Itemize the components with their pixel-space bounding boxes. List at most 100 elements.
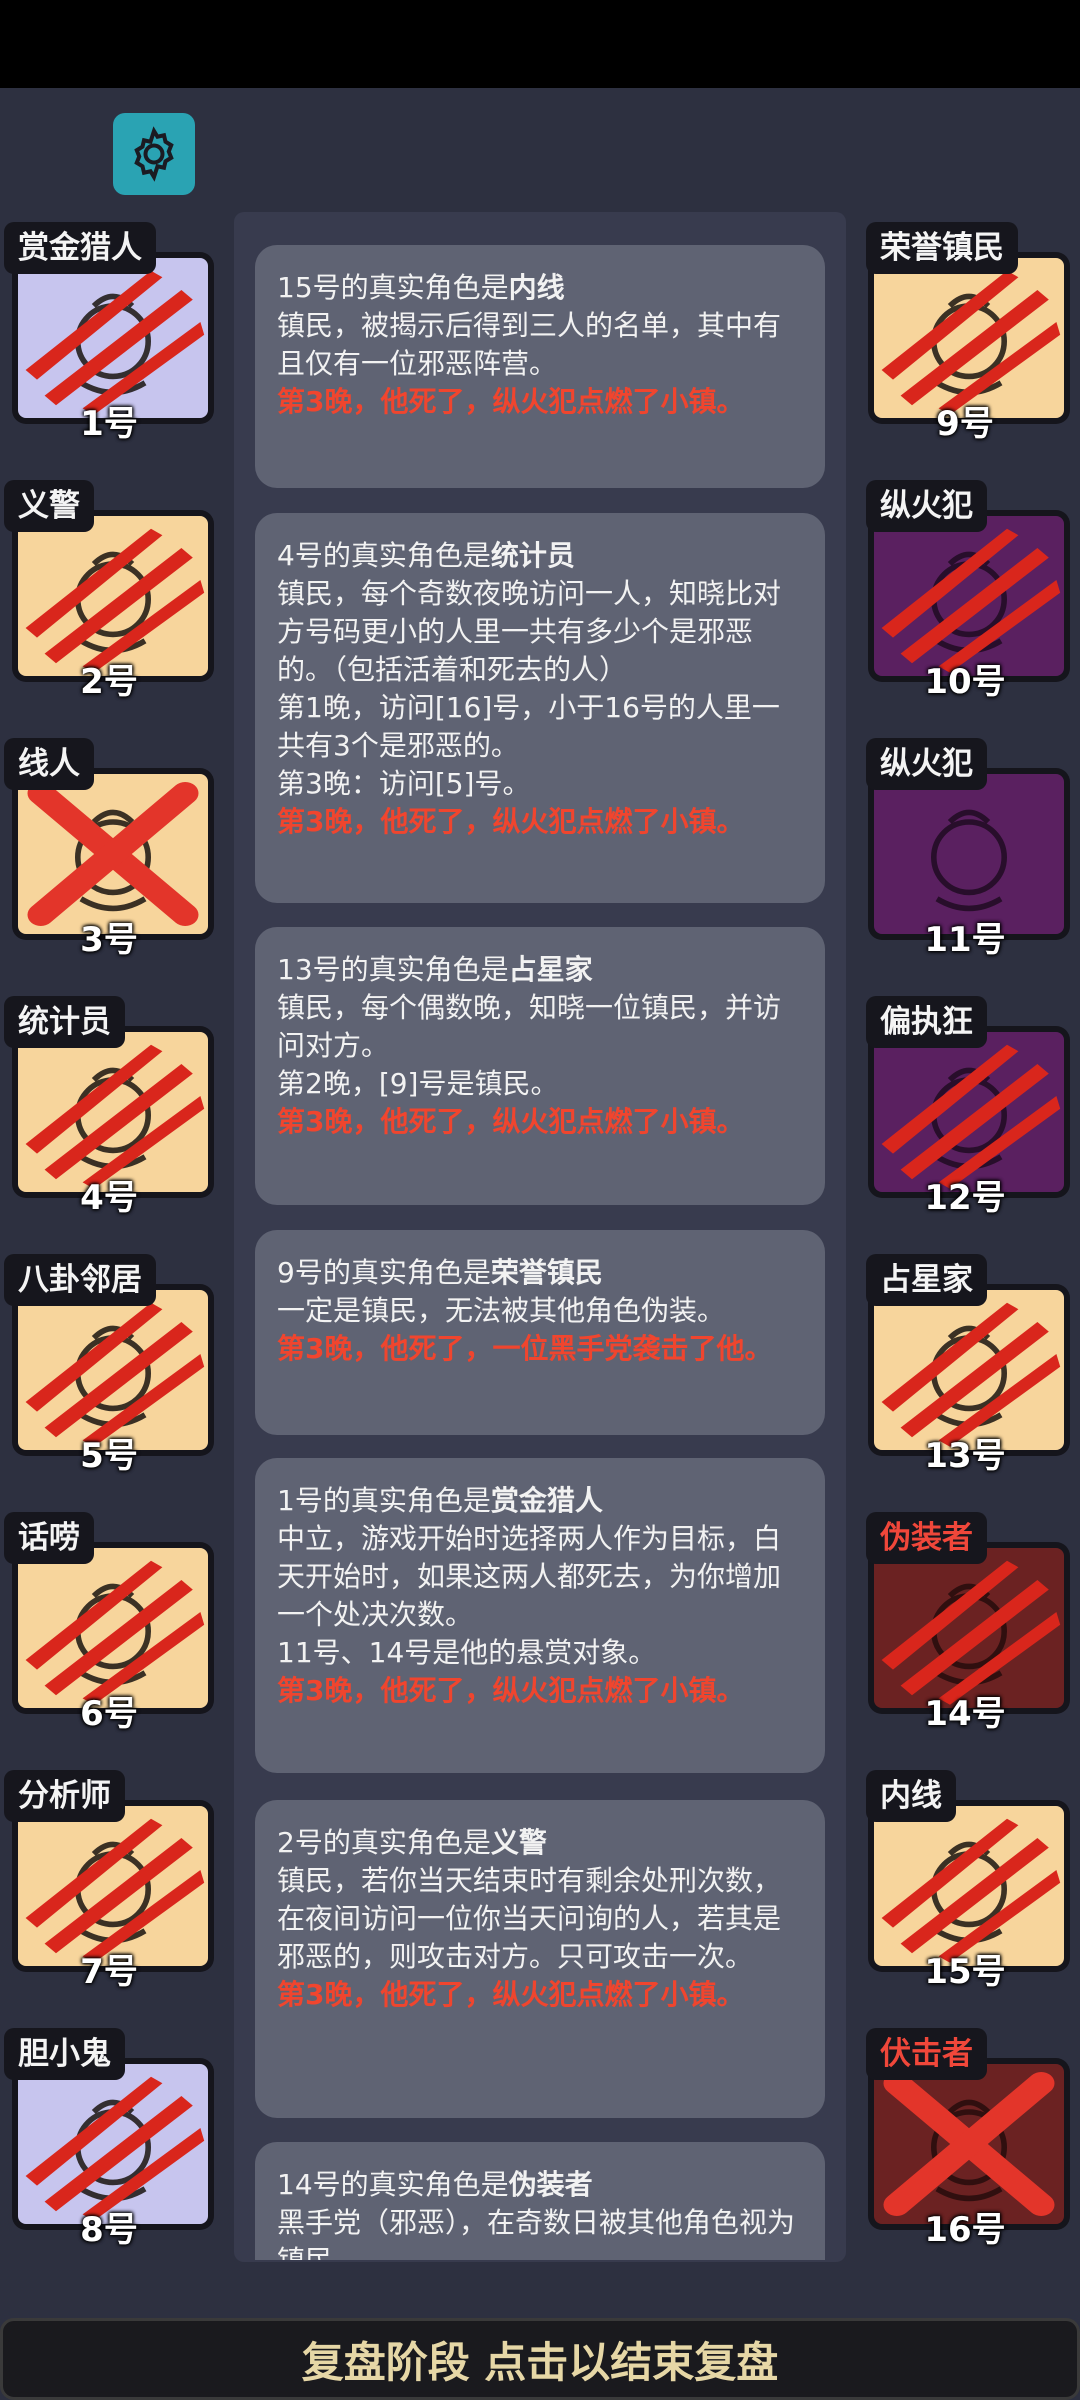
player-seat[interactable]: 胆小鬼 8号 bbox=[4, 2028, 214, 2250]
player-portrait bbox=[12, 768, 214, 940]
log-entry-role: 荣誉镇民 bbox=[490, 1256, 603, 1289]
seat-number: 1号 bbox=[80, 404, 138, 444]
gear-icon bbox=[134, 126, 174, 182]
claw-mark-icon bbox=[25, 528, 205, 673]
role-name: 偏执狂 bbox=[866, 996, 987, 1048]
player-portrait bbox=[868, 510, 1070, 682]
log-entry-role: 占星家 bbox=[508, 953, 593, 986]
claw-mark-icon bbox=[881, 1044, 1061, 1189]
role-name: 纵火犯 bbox=[866, 480, 987, 532]
player-seat[interactable]: 荣誉镇民 9号 bbox=[860, 222, 1070, 444]
log-entry-death: 第3晚，他死了，纵火犯点燃了小镇。 bbox=[277, 805, 745, 838]
role-name: 八卦邻居 bbox=[4, 1254, 156, 1306]
player-portrait bbox=[868, 768, 1070, 940]
player-seat[interactable]: 义警 2号 bbox=[4, 480, 214, 702]
log-entry-role: 统计员 bbox=[490, 539, 575, 572]
log-entry-text: 中立，游戏开始时选择两人作为目标，白天开始时，如果这两人都死去，为你增加一个处决… bbox=[277, 1522, 782, 1631]
claw-mark-icon bbox=[881, 528, 1061, 673]
player-seat[interactable]: 伏击者 16号 bbox=[860, 2028, 1070, 2250]
log-entry-title: 4号的真实角色是统计员 bbox=[277, 539, 575, 572]
player-seat[interactable]: 话唠 6号 bbox=[4, 1512, 214, 1734]
log-entry-death: 第3晚，他死了，纵火犯点燃了小镇。 bbox=[277, 1978, 745, 2011]
log-entry-role: 义警 bbox=[490, 1826, 547, 1859]
player-seat[interactable]: 线人 3号 bbox=[4, 738, 214, 960]
cross-mark-icon bbox=[27, 782, 199, 926]
status-bar bbox=[0, 0, 1080, 88]
log-entry: 1号的真实角色是赏金猎人中立，游戏开始时选择两人作为目标，白天开始时，如果这两人… bbox=[255, 1458, 825, 1773]
log-entry-text: 第2晚，[9]号是镇民。 bbox=[277, 1067, 559, 1100]
log-entry: 2号的真实角色是义警 镇民，若你当天结束时有剩余处刑次数，在夜间访问一位你当天问询… bbox=[255, 1800, 825, 2118]
log-entry-text: 镇民，若你当天结束时有剩余处刑次数，在夜间访问一位你当天问询的人，若其是邪恶的，… bbox=[277, 1864, 782, 1973]
role-name: 线人 bbox=[4, 738, 94, 790]
end-review-label: 复盘阶段 点击以结束复盘 bbox=[301, 2337, 779, 2387]
log-entry-title: 1号的真实角色是赏金猎人 bbox=[277, 1484, 603, 1517]
player-portrait bbox=[868, 1026, 1070, 1198]
player-seat[interactable]: 赏金猎人 1号 bbox=[4, 222, 214, 444]
claw-mark-icon bbox=[881, 1818, 1061, 1963]
log-entry-death: 第3晚，他死了，纵火犯点燃了小镇。 bbox=[277, 1105, 745, 1138]
log-entry: 15号的真实角色是内线 镇民，被揭示后得到三人的名单，其中有且仅有一位邪恶阵营。第… bbox=[255, 245, 825, 488]
role-name: 伏击者 bbox=[866, 2028, 987, 2080]
role-name: 荣誉镇民 bbox=[866, 222, 1018, 274]
player-portrait bbox=[868, 1542, 1070, 1714]
seat-number: 11号 bbox=[924, 920, 1006, 960]
seat-number: 12号 bbox=[924, 1178, 1006, 1218]
log-entry: 13号的真实角色是占星家 镇民，每个偶数晚，知晓一位镇民，并访问对方。 第2晚，[9… bbox=[255, 927, 825, 1205]
seat-number: 6号 bbox=[80, 1694, 138, 1734]
seat-number: 14号 bbox=[924, 1694, 1006, 1734]
player-portrait bbox=[868, 2058, 1070, 2230]
log-entry: 9号的真实角色是荣誉镇民一定是镇民，无法被其他角色伪装。第3晚，他死了，一位黑手… bbox=[255, 1230, 825, 1435]
player-seat[interactable]: 伪装者 14号 bbox=[860, 1512, 1070, 1734]
player-seat[interactable]: 八卦邻居 5号 bbox=[4, 1254, 214, 1476]
log-entry-title: 15号的真实角色是内线 bbox=[277, 271, 565, 304]
player-seat[interactable]: 纵火犯 10号 bbox=[860, 480, 1070, 702]
settings-button[interactable] bbox=[113, 113, 195, 195]
role-name: 统计员 bbox=[4, 996, 125, 1048]
role-name: 分析师 bbox=[4, 1770, 125, 1822]
seat-number: 16号 bbox=[924, 2210, 1006, 2250]
log-entry-title: 14号的真实角色是伪装者 bbox=[277, 2168, 593, 2201]
cross-mark-icon bbox=[883, 2072, 1055, 2216]
log-entry-text: 11号、14号是他的悬赏对象。 bbox=[277, 1636, 657, 1669]
player-portrait bbox=[868, 252, 1070, 424]
role-name: 伪装者 bbox=[866, 1512, 987, 1564]
claw-mark-icon bbox=[25, 1818, 205, 1963]
role-name: 纵火犯 bbox=[866, 738, 987, 790]
seat-number: 9号 bbox=[936, 404, 994, 444]
log-entry-role: 赏金猎人 bbox=[490, 1484, 603, 1517]
log-entry-death: 第3晚，他死了，一位黑手党袭击了他。 bbox=[277, 1332, 773, 1365]
seat-number: 2号 bbox=[80, 662, 138, 702]
role-name: 话唠 bbox=[4, 1512, 94, 1564]
player-seat[interactable]: 内线 15号 bbox=[860, 1770, 1070, 1992]
role-name: 胆小鬼 bbox=[4, 2028, 125, 2080]
seat-number: 3号 bbox=[80, 920, 138, 960]
seat-number: 8号 bbox=[80, 2210, 138, 2250]
player-seat[interactable]: 分析师 7号 bbox=[4, 1770, 214, 1992]
seat-number: 7号 bbox=[80, 1952, 138, 1992]
player-portrait bbox=[12, 510, 214, 682]
log-entry-text: 镇民，每个奇数夜晚访问一人，知晓比对方号码更小的人里一共有多少个是邪恶的。（包括… bbox=[277, 577, 782, 686]
seat-number: 13号 bbox=[924, 1436, 1006, 1476]
review-log-list[interactable]: 15号的真实角色是内线 镇民，被揭示后得到三人的名单，其中有且仅有一位邪恶阵营。第… bbox=[255, 230, 825, 2260]
role-name: 内线 bbox=[866, 1770, 956, 1822]
log-entry-title: 9号的真实角色是荣誉镇民 bbox=[277, 1256, 603, 1289]
player-seat[interactable]: 纵火犯 11号 bbox=[860, 738, 1070, 960]
player-portrait bbox=[868, 1800, 1070, 1972]
player-portrait bbox=[12, 1284, 214, 1456]
role-name: 义警 bbox=[4, 480, 94, 532]
log-entry-text: 第1晚，访问[16]号，小于16号的人里一共有3个是邪恶的。 bbox=[277, 691, 780, 762]
claw-mark-icon bbox=[25, 2076, 205, 2221]
player-portrait bbox=[12, 1800, 214, 1972]
claw-mark-icon bbox=[881, 270, 1061, 415]
claw-mark-icon bbox=[881, 1302, 1061, 1447]
player-seat[interactable]: 统计员 4号 bbox=[4, 996, 214, 1218]
log-entry-text: 一定是镇民，无法被其他角色伪装。 bbox=[277, 1294, 726, 1327]
player-portrait bbox=[12, 2058, 214, 2230]
log-entry-text: 镇民，每个偶数晚，知晓一位镇民，并访问对方。 bbox=[277, 991, 782, 1062]
claw-mark-icon bbox=[25, 270, 205, 415]
end-review-button[interactable]: 复盘阶段 点击以结束复盘 bbox=[0, 2318, 1080, 2400]
player-seat[interactable]: 偏执狂 12号 bbox=[860, 996, 1070, 1218]
seat-number: 5号 bbox=[80, 1436, 138, 1476]
player-seat[interactable]: 占星家 13号 bbox=[860, 1254, 1070, 1476]
seat-number: 15号 bbox=[924, 1952, 1006, 1992]
